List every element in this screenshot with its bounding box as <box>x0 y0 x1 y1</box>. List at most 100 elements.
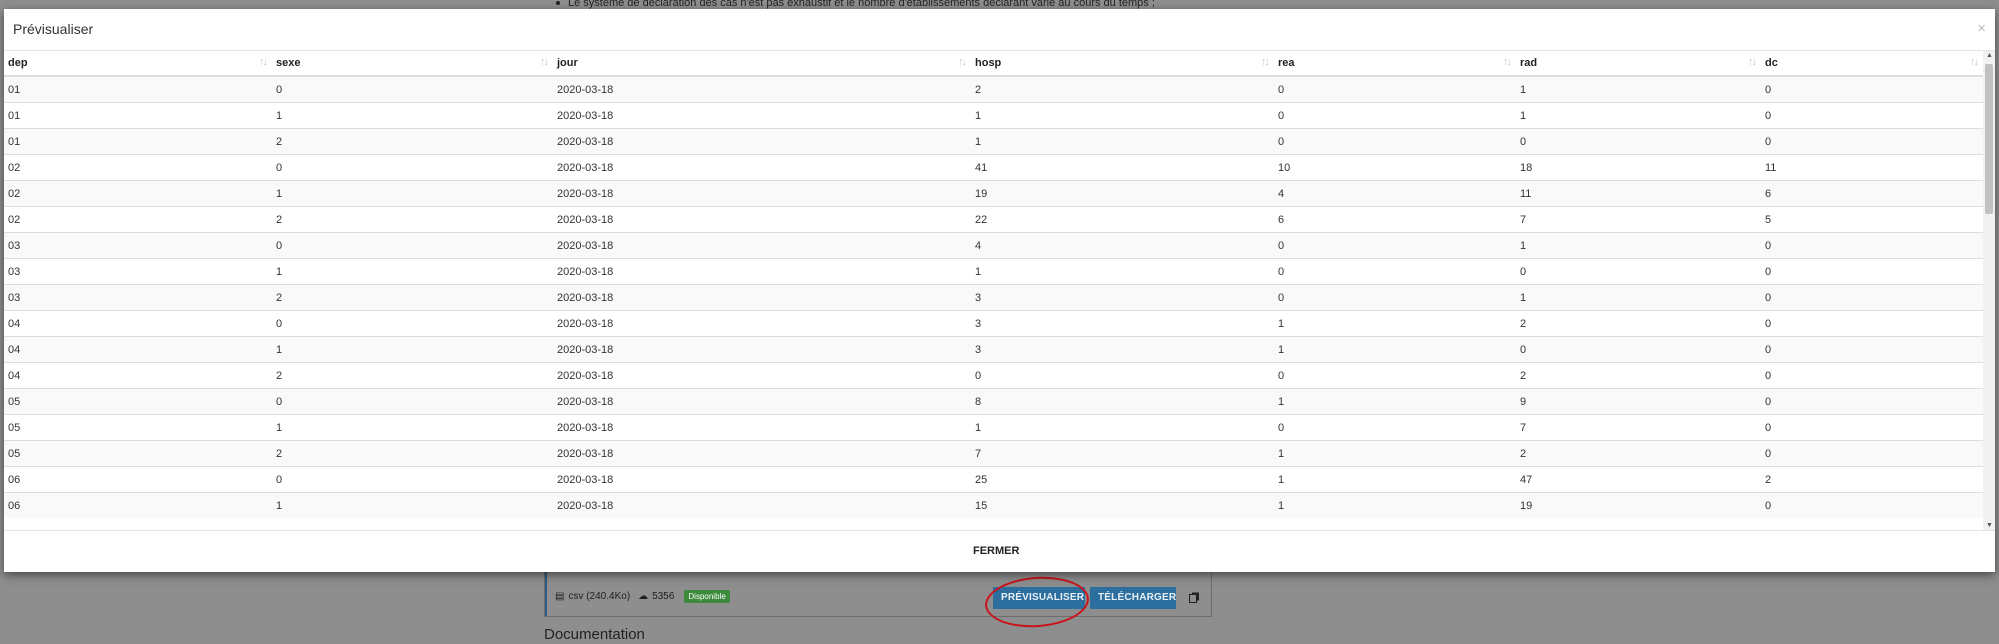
preview-modal: Prévisualiser × dep ↑↓ sexe ↑↓ jour ↑↓ hosp ↑↓ r… <box>4 9 1995 572</box>
cell-sexe: 2 <box>272 440 553 467</box>
cell-rea: 1 <box>1274 388 1516 415</box>
cell-rad: 1 <box>1516 232 1761 259</box>
cell-dc: 0 <box>1761 128 1983 155</box>
cell-rad: 7 <box>1516 414 1761 441</box>
sort-icon[interactable]: ↑↓ <box>958 56 967 68</box>
documentation-heading: Documentation <box>544 626 645 643</box>
cell-rea: 1 <box>1274 492 1516 518</box>
cell-sexe: 0 <box>272 388 553 415</box>
cell-dep: 03 <box>4 258 272 285</box>
column-header-hosp[interactable]: hosp ↑↓ <box>971 51 1274 77</box>
cell-dep: 03 <box>4 232 272 259</box>
table-row: 05 2 2020-03-18 7 1 2 0 <box>4 440 1983 467</box>
copy-icon[interactable] <box>1189 592 1200 603</box>
column-header-jour[interactable]: jour ↑↓ <box>553 51 971 77</box>
cell-sexe: 1 <box>272 336 553 363</box>
sort-icon[interactable]: ↑↓ <box>1261 56 1270 68</box>
cell-rea: 1 <box>1274 336 1516 363</box>
cell-dc: 0 <box>1761 284 1983 311</box>
modal-footer: FERMER <box>4 530 1995 573</box>
scroll-down-icon[interactable]: ▼ <box>1986 522 1993 529</box>
cell-dc: 5 <box>1761 206 1983 233</box>
close-button[interactable]: FERMER <box>973 545 1019 557</box>
cell-jour: 2020-03-18 <box>553 440 971 467</box>
table-row: 05 1 2020-03-18 1 0 7 0 <box>4 414 1983 441</box>
cell-sexe: 0 <box>272 466 553 493</box>
cell-rad: 1 <box>1516 75 1761 103</box>
cell-hosp: 1 <box>971 414 1274 441</box>
sort-icon[interactable]: ↑↓ <box>259 56 268 68</box>
column-header-rad[interactable]: rad ↑↓ <box>1516 51 1761 77</box>
file-icon: ▤ <box>555 591 565 602</box>
table-row: 02 0 2020-03-18 41 10 18 11 <box>4 154 1983 181</box>
table-scrollbar[interactable]: ▲ ▼ <box>1983 51 1995 530</box>
cell-rad: 7 <box>1516 206 1761 233</box>
cell-hosp: 2 <box>971 75 1274 103</box>
cell-jour: 2020-03-18 <box>553 154 971 181</box>
cell-rad: 11 <box>1516 180 1761 207</box>
column-header-dc[interactable]: dc ↑↓ <box>1761 51 1983 77</box>
cell-dc: 6 <box>1761 180 1983 207</box>
cell-dc: 0 <box>1761 75 1983 103</box>
cell-jour: 2020-03-18 <box>553 75 971 103</box>
table-header-row: dep ↑↓ sexe ↑↓ jour ↑↓ hosp ↑↓ rea ↑↓ rad ↑↓ dc ↑↓ <box>4 51 1983 77</box>
sort-icon[interactable]: ↑↓ <box>540 56 549 68</box>
cell-dc: 2 <box>1761 466 1983 493</box>
table-row: 02 1 2020-03-18 19 4 11 6 <box>4 180 1983 207</box>
cell-dep: 05 <box>4 388 272 415</box>
close-icon[interactable]: × <box>1977 20 1986 37</box>
column-header-label: rad <box>1520 57 1538 69</box>
cell-sexe: 1 <box>272 180 553 207</box>
cell-dep: 04 <box>4 362 272 389</box>
cell-rea: 0 <box>1274 102 1516 129</box>
background-note-text: Le système de déclaration des cas n'est … <box>568 0 1155 9</box>
cell-rad: 2 <box>1516 440 1761 467</box>
cell-rad: 2 <box>1516 362 1761 389</box>
cell-dc: 0 <box>1761 362 1983 389</box>
scroll-up-icon[interactable]: ▲ <box>1986 52 1993 59</box>
sort-icon[interactable]: ↑↓ <box>1748 56 1757 68</box>
cell-rea: 0 <box>1274 362 1516 389</box>
cell-rad: 1 <box>1516 102 1761 129</box>
cell-jour: 2020-03-18 <box>553 284 971 311</box>
column-header-label: jour <box>557 57 578 69</box>
cell-dc: 0 <box>1761 388 1983 415</box>
resource-downloads: 5356 <box>652 591 675 602</box>
table-row: 05 0 2020-03-18 8 1 9 0 <box>4 388 1983 415</box>
bullet-icon <box>556 1 560 6</box>
resource-card-stripe <box>545 570 547 616</box>
cell-jour: 2020-03-18 <box>553 128 971 155</box>
column-header-dep[interactable]: dep ↑↓ <box>4 51 272 77</box>
cell-jour: 2020-03-18 <box>553 336 971 363</box>
cell-sexe: 0 <box>272 310 553 337</box>
cell-sexe: 2 <box>272 206 553 233</box>
column-header-sexe[interactable]: sexe ↑↓ <box>272 51 553 77</box>
cell-dep: 06 <box>4 466 272 493</box>
scrollbar-thumb[interactable] <box>1985 64 1993 214</box>
preview-table-container: dep ↑↓ sexe ↑↓ jour ↑↓ hosp ↑↓ rea ↑↓ rad ↑↓ dc ↑↓ 01… <box>4 51 1995 530</box>
cell-hosp: 3 <box>971 336 1274 363</box>
cell-jour: 2020-03-18 <box>553 492 971 518</box>
cell-hosp: 41 <box>971 154 1274 181</box>
cell-hosp: 19 <box>971 180 1274 207</box>
cell-rea: 1 <box>1274 310 1516 337</box>
cell-dep: 01 <box>4 75 272 103</box>
table-row: 03 0 2020-03-18 4 0 1 0 <box>4 232 1983 259</box>
resource-card: ▤ csv (240.4Ko) ☁ 5356 Disponible PRÉVIS… <box>544 570 1212 617</box>
cell-jour: 2020-03-18 <box>553 466 971 493</box>
table-body: 01 0 2020-03-18 2 0 1 0 01 1 2020-03-18 1 0 1 0 01 2 202… <box>4 75 1983 518</box>
download-button[interactable]: TÉLÉCHARGER <box>1090 587 1176 609</box>
cell-rea: 0 <box>1274 75 1516 103</box>
cell-sexe: 1 <box>272 258 553 285</box>
sort-icon[interactable]: ↑↓ <box>1503 56 1512 68</box>
resource-format: csv (240.4Ko) <box>568 591 631 602</box>
table-row: 06 0 2020-03-18 25 1 47 2 <box>4 466 1983 493</box>
cell-hosp: 7 <box>971 440 1274 467</box>
cell-jour: 2020-03-18 <box>553 388 971 415</box>
sort-icon[interactable]: ↑↓ <box>1970 56 1979 68</box>
cell-jour: 2020-03-18 <box>553 232 971 259</box>
table-row: 02 2 2020-03-18 22 6 7 5 <box>4 206 1983 233</box>
cell-sexe: 2 <box>272 284 553 311</box>
cell-jour: 2020-03-18 <box>553 102 971 129</box>
column-header-rea[interactable]: rea ↑↓ <box>1274 51 1516 77</box>
